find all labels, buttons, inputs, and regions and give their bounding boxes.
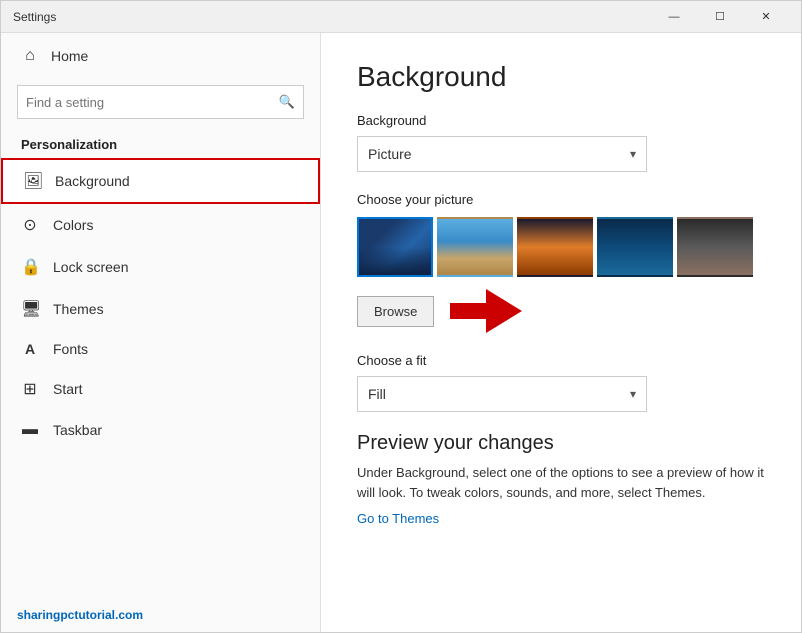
sidebar-item-label-background: Background xyxy=(55,173,130,189)
fit-dropdown[interactable]: Fill ▾ xyxy=(357,376,647,412)
sidebar-item-background[interactable]: 🖼 Background xyxy=(1,158,320,204)
search-button[interactable]: 🔍 xyxy=(279,94,295,110)
fit-dropdown-value: Fill xyxy=(368,386,386,402)
sidebar-item-lockscreen[interactable]: 🔒 Lock screen xyxy=(1,246,320,288)
lockscreen-icon: 🔒 xyxy=(21,257,39,277)
sidebar: ⌂ Home 🔍 Personalization 🖼 Background ⊙ … xyxy=(1,33,321,632)
picture-row xyxy=(357,217,765,277)
window-controls: — ☐ ✕ xyxy=(651,1,789,33)
start-icon: ⊞ xyxy=(21,379,39,399)
picture-thumb-1[interactable] xyxy=(357,217,433,277)
content-area: ⌂ Home 🔍 Personalization 🖼 Background ⊙ … xyxy=(1,33,801,632)
search-input[interactable] xyxy=(26,95,279,110)
sidebar-item-label-lockscreen: Lock screen xyxy=(53,259,128,275)
browse-button[interactable]: Browse xyxy=(357,296,434,327)
sidebar-item-fonts[interactable]: A Fonts xyxy=(1,330,320,368)
choose-picture-label: Choose your picture xyxy=(357,192,765,207)
sidebar-item-colors[interactable]: ⊙ Colors xyxy=(1,204,320,246)
sidebar-footer: sharingpctutorial.com xyxy=(1,598,320,632)
fit-dropdown-arrow-icon: ▾ xyxy=(630,387,636,401)
taskbar-icon: ▬ xyxy=(21,421,39,439)
minimize-button[interactable]: — xyxy=(651,1,697,33)
sidebar-item-label-start: Start xyxy=(53,381,83,397)
background-dropdown[interactable]: Picture ▾ xyxy=(357,136,647,172)
main-content: Background Background Picture ▾ Choose y… xyxy=(321,33,801,632)
sidebar-item-label-taskbar: Taskbar xyxy=(53,422,102,438)
fonts-icon: A xyxy=(21,341,39,357)
picture-thumb-2[interactable] xyxy=(437,217,513,277)
maximize-button[interactable]: ☐ xyxy=(697,1,743,33)
settings-window: Settings — ☐ ✕ ⌂ Home 🔍 Personalization xyxy=(0,0,802,633)
sidebar-item-label-fonts: Fonts xyxy=(53,341,88,357)
go-to-themes-link[interactable]: Go to Themes xyxy=(357,511,439,526)
sidebar-item-label-colors: Colors xyxy=(53,217,93,233)
home-label: Home xyxy=(51,48,88,64)
browse-row: Browse xyxy=(357,289,765,333)
colors-icon: ⊙ xyxy=(21,215,39,235)
sidebar-item-home[interactable]: ⌂ Home xyxy=(1,33,320,79)
dropdown-arrow-icon: ▾ xyxy=(630,147,636,161)
picture-thumb-4[interactable] xyxy=(597,217,673,277)
themes-icon: 🖥 xyxy=(21,299,39,319)
sidebar-item-taskbar[interactable]: ▬ Taskbar xyxy=(1,410,320,450)
section-title: Personalization xyxy=(1,129,320,158)
preview-text: Under Background, select one of the opti… xyxy=(357,463,765,502)
picture-thumb-5[interactable] xyxy=(677,217,753,277)
home-icon: ⌂ xyxy=(21,47,39,65)
sidebar-item-themes[interactable]: 🖥 Themes xyxy=(1,288,320,330)
preview-title: Preview your changes xyxy=(357,432,765,455)
close-button[interactable]: ✕ xyxy=(743,1,789,33)
background-dropdown-value: Picture xyxy=(368,146,412,162)
picture-thumb-3[interactable] xyxy=(517,217,593,277)
window-title: Settings xyxy=(13,10,651,24)
sidebar-item-start[interactable]: ⊞ Start xyxy=(1,368,320,410)
arrow-indicator xyxy=(450,289,522,333)
sidebar-item-label-themes: Themes xyxy=(53,301,104,317)
titlebar: Settings — ☐ ✕ xyxy=(1,1,801,33)
background-icon: 🖼 xyxy=(23,171,41,191)
arrow-shaft xyxy=(450,303,486,319)
background-label: Background xyxy=(357,113,765,128)
page-title: Background xyxy=(357,61,765,93)
search-box: 🔍 xyxy=(17,85,304,119)
fit-label: Choose a fit xyxy=(357,353,765,368)
arrow-head-icon xyxy=(486,289,522,333)
